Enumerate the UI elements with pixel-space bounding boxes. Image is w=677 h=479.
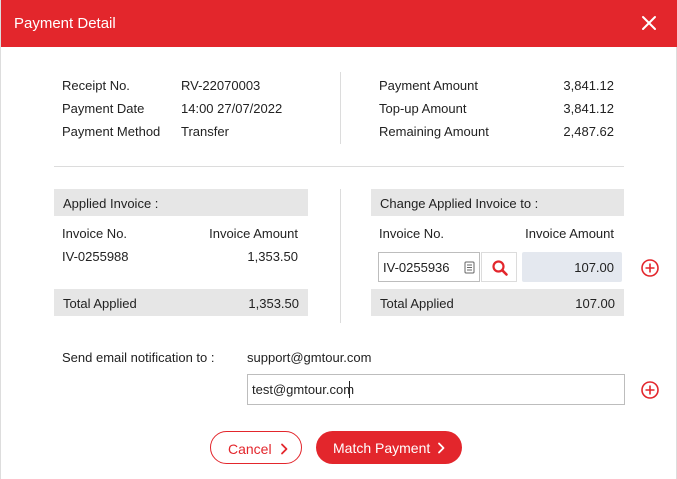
close-icon[interactable] xyxy=(638,12,660,34)
text-caret xyxy=(349,381,350,398)
cancel-button-label: Cancel xyxy=(228,441,272,457)
payment-amount-value: 3,841.12 xyxy=(563,78,614,93)
email-notification-label: Send email notification to : xyxy=(62,350,215,365)
applied-total-value: 1,353.50 xyxy=(248,296,299,311)
applied-total-bar: Total Applied 1,353.50 xyxy=(54,289,308,316)
match-payment-button-label: Match Payment xyxy=(333,440,431,456)
change-invoice-header: Change Applied Invoice to : xyxy=(371,189,624,216)
cancel-button[interactable]: Cancel xyxy=(210,431,302,464)
receipt-no-value: RV-22070003 xyxy=(181,78,261,93)
applied-invoice-title: Applied Invoice : xyxy=(63,196,159,211)
add-invoice-plus-icon[interactable] xyxy=(640,258,660,278)
email-input[interactable]: test@gmtour.com xyxy=(247,374,625,405)
payment-method-label: Payment Method xyxy=(62,124,161,139)
change-total-bar: Total Applied 107.00 xyxy=(371,289,624,316)
change-total-value: 107.00 xyxy=(575,296,615,311)
info-divider xyxy=(340,72,341,144)
invoice-no-input-value: IV-0255936 xyxy=(383,260,450,275)
modal-title: Payment Detail xyxy=(14,15,116,32)
applied-col-invoice-amount: Invoice Amount xyxy=(209,226,298,241)
document-icon[interactable] xyxy=(464,261,475,274)
topup-amount-label: Top-up Amount xyxy=(379,101,467,116)
payment-detail-modal: Payment Detail Receipt No. RV-22070003 P… xyxy=(0,0,677,479)
receipt-no-label: Receipt No. xyxy=(62,78,130,93)
change-col-invoice-amount: Invoice Amount xyxy=(525,226,614,241)
change-link[interactable]: Change xyxy=(380,196,426,211)
payment-amount-label: Payment Amount xyxy=(379,78,478,93)
section-divider xyxy=(54,166,624,167)
applied-divider xyxy=(340,189,341,323)
applied-total-label: Total Applied xyxy=(63,296,137,311)
remaining-amount-value: 2,487.62 xyxy=(563,124,614,139)
change-total-label: Total Applied xyxy=(380,296,454,311)
change-title-rest: Applied Invoice to : xyxy=(425,196,539,211)
applied-col-invoice-no: Invoice No. xyxy=(62,226,128,241)
remaining-amount-label: Remaining Amount xyxy=(379,124,489,139)
invoice-amount-value: 107.00 xyxy=(574,260,614,275)
applied-row-invoice-no: IV-0255988 xyxy=(62,249,129,264)
invoice-amount-field: 107.00 xyxy=(522,252,622,282)
add-email-plus-icon[interactable] xyxy=(640,380,660,400)
applied-row-amount: 1,353.50 xyxy=(247,249,298,264)
chevron-right-icon xyxy=(438,442,445,454)
topup-amount-value: 3,841.12 xyxy=(563,101,614,116)
modal-header: Payment Detail xyxy=(1,0,677,47)
invoice-search-button[interactable] xyxy=(481,252,517,282)
invoice-no-input[interactable]: IV-0255936 xyxy=(378,252,480,282)
payment-date-label: Payment Date xyxy=(62,101,145,116)
search-icon xyxy=(492,260,508,276)
payment-date-value: 14:00 27/07/2022 xyxy=(181,101,283,116)
payment-method-value: Transfer xyxy=(181,124,229,139)
change-invoice-title: Change Applied Invoice to : xyxy=(380,196,538,211)
chevron-right-icon xyxy=(281,443,288,455)
match-payment-button[interactable]: Match Payment xyxy=(316,431,462,464)
default-email: support@gmtour.com xyxy=(247,350,372,365)
email-input-value: test@gmtour.com xyxy=(252,382,355,397)
change-col-invoice-no: Invoice No. xyxy=(379,226,445,241)
applied-invoice-header: Applied Invoice : xyxy=(54,189,308,216)
